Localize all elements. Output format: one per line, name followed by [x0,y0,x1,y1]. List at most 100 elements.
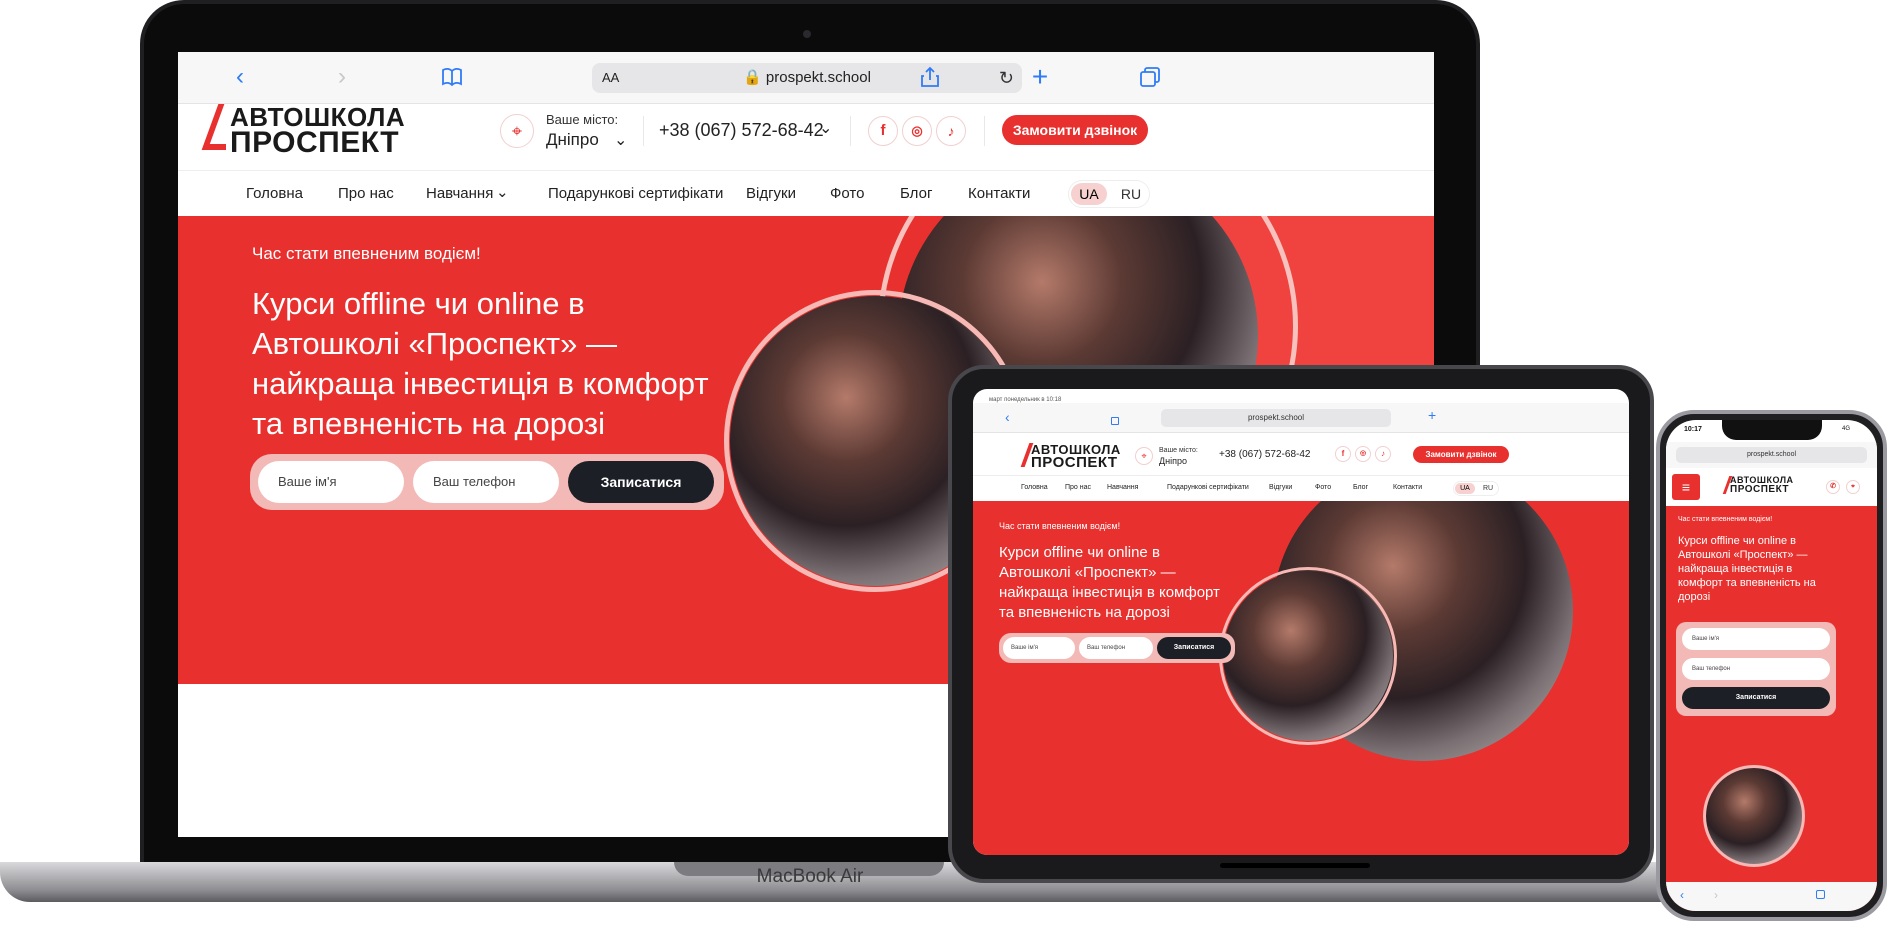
instagram-icon[interactable]: ◎ [1355,446,1371,462]
phone-number[interactable]: +38 (067) 572-68-42 [1219,449,1310,460]
share-icon[interactable] [918,65,942,89]
forward-icon[interactable]: › [330,65,354,89]
url-value: prospekt.school [1746,451,1797,458]
city-label: Ваше місто: [546,112,619,127]
lang-ua[interactable]: UA [1455,483,1475,494]
bookmarks-icon[interactable] [1111,417,1119,425]
phone-call-icon[interactable]: ✆ [1826,480,1840,494]
tabs-icon[interactable] [1138,65,1162,89]
hero-headline-line: Автошколі «Проспект» — [999,564,1176,581]
lang-ua[interactable]: UA [1071,183,1107,205]
hero-headline-line: та впевненість на дорозі [999,604,1170,621]
bookmarks-icon[interactable] [440,65,464,89]
tiktok-icon[interactable]: ♪ [936,116,966,146]
submit-button[interactable]: Записатися [568,461,714,503]
hero-headline-line: дорозі [1678,591,1711,603]
logo-line-2: ПРОСПЕКТ [1730,484,1790,495]
signup-form: Ваше ім'я Ваш телефон Записатися [999,633,1235,663]
back-icon[interactable]: ‹ [228,65,252,89]
order-call-button[interactable]: Замовити дзвінок [1413,446,1509,463]
hero-section: Час стати впевненим водієм! Курси offlin… [1666,506,1877,911]
logo-line-2: ПРОСПЕКТ [1031,454,1118,471]
new-tab-icon[interactable]: + [1028,63,1052,91]
nav-item-reviews[interactable]: Відгуки [1269,484,1292,491]
instagram-icon[interactable]: ◎ [902,116,932,146]
hero-headline: Курси offline чи online в Автошколі «Про… [252,284,709,444]
phone-number[interactable]: +38 (067) 572-68-42 [659,120,824,141]
hero-headline-line: найкраща інвестиція в [1678,563,1793,575]
name-input[interactable]: Ваше ім'я [1682,628,1830,650]
city-select[interactable]: Дніпро [1159,456,1187,466]
nav-item-contacts[interactable]: Контакти [1393,484,1422,491]
hero-headline-line: Автошколі «Проспект» — [1678,549,1808,561]
location-icon: ⌖ [500,114,534,148]
name-input[interactable]: Ваше ім'я [258,461,404,503]
chevron-down-icon[interactable]: ⌄ [496,183,509,201]
tablet-screen: март понедельник в 10:18 ‹ prospekt.scho… [973,389,1629,855]
hero-section: Час стати впевненим водієм! Курси offlin… [973,501,1629,855]
facebook-icon[interactable]: f [868,116,898,146]
lang-ru[interactable]: RU [1113,183,1149,205]
back-icon[interactable]: ‹ [1005,409,1010,425]
url-value: prospekt.school [1247,413,1305,422]
phone-address-bar[interactable]: prospekt.school [1676,447,1867,463]
nav-item-home[interactable]: Головна [1021,484,1048,491]
logo-line-2: ПРОСПЕКТ [230,126,400,159]
divider [984,116,985,146]
name-input[interactable]: Ваше ім'я [1003,637,1075,659]
url-value: prospekt.school [765,69,871,86]
nav-item-certificates[interactable]: Подарункові сертифікати [1167,484,1249,491]
city-label: Ваше місто: [1159,447,1198,454]
hero-headline-line: Курси offline чи online в [1678,535,1797,547]
city-select[interactable]: Дніпро [546,130,599,150]
reload-icon[interactable]: ↻ [999,63,1014,93]
order-call-button[interactable]: Замовити дзвінок [1002,115,1148,145]
hero-headline-line: найкраща інвестиція в комфорт [252,366,709,401]
new-tab-icon[interactable]: + [1428,407,1436,423]
submit-button[interactable]: Записатися [1157,637,1231,659]
chevron-down-icon[interactable]: ⌄ [614,130,627,150]
hero-headline-line: комфорт та впевненість на [1678,577,1816,589]
nav-item-contacts[interactable]: Контакти [968,185,1030,202]
hero-headline-line: Курси offline чи online в [252,286,585,321]
phone-bottom-bar: ‹ › [1666,882,1877,911]
nav-item-certificates[interactable]: Подарункові сертифікати [548,185,723,202]
hero-headline: Курси offline чи online в Автошколі «Про… [1678,534,1816,604]
nav-item-training[interactable]: Навчання [426,185,493,202]
tabs-icon[interactable] [1816,890,1825,899]
hero-tagline: Час стати впевненим водієм! [1678,516,1773,523]
forward-icon[interactable]: › [1714,888,1718,902]
back-icon[interactable]: ‹ [1680,888,1684,902]
url-text: 🔒 prospekt.school [743,69,871,86]
browser-toolbar: ‹ › AA 🔒 prospekt.school ↻ + [178,52,1434,104]
nav-item-photo[interactable]: Фото [1315,484,1331,491]
divider [643,116,644,146]
phone-input[interactable]: Ваш телефон [413,461,559,503]
hero-photo-ring [1219,567,1397,745]
divider [850,116,851,146]
phone-input[interactable]: Ваш телефон [1682,658,1830,680]
facebook-icon[interactable]: f [1335,446,1351,462]
tablet-address-bar[interactable]: prospekt.school [1161,409,1391,427]
lang-ru[interactable]: RU [1478,483,1498,494]
nav-item-about[interactable]: Про нас [338,185,394,202]
menu-icon[interactable]: ≡ [1672,474,1700,500]
address-bar[interactable]: AA 🔒 prospekt.school ↻ [592,63,1022,93]
location-icon[interactable]: ⌖ [1846,480,1860,494]
nav-item-about[interactable]: Про нас [1065,484,1091,491]
nav-item-blog[interactable]: Блог [900,185,932,202]
phone-screen: 10:17 4G prospekt.school ≡ АВТОШКОЛА ПРО… [1666,420,1877,911]
nav-item-home[interactable]: Головна [246,185,303,202]
nav-item-reviews[interactable]: Відгуки [746,185,796,202]
hero-headline-line: найкраща інвестиція в комфорт [999,584,1220,601]
nav-item-blog[interactable]: Блог [1353,484,1368,491]
nav-item-training[interactable]: Навчання [1107,484,1138,491]
tiktok-icon[interactable]: ♪ [1375,446,1391,462]
phone-input[interactable]: Ваш телефон [1079,637,1153,659]
nav-item-photo[interactable]: Фото [830,185,864,202]
hero-headline-line: Курси offline чи online в [999,544,1160,561]
tablet-home-indicator [1220,863,1370,868]
hero-tagline: Час стати впевненим водієм! [252,244,481,263]
phone-dropdown-icon[interactable]: ⌄ [819,118,832,138]
submit-button[interactable]: Записатися [1682,687,1830,709]
